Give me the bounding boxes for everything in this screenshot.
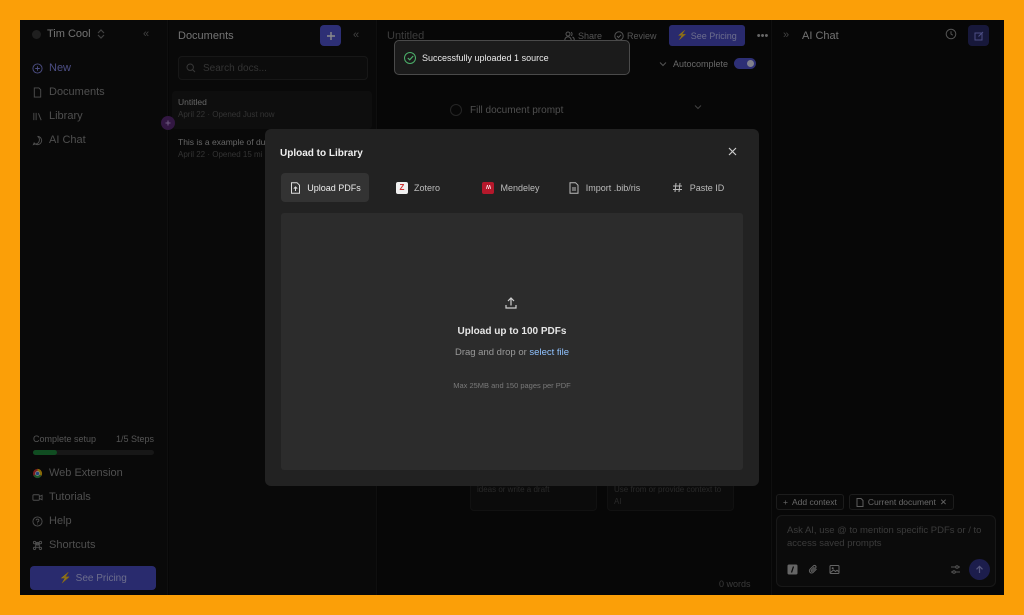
upload-pdf-icon <box>289 181 301 194</box>
tab-label: Mendeley <box>500 182 540 193</box>
close-icon[interactable] <box>728 147 737 156</box>
upload-icon <box>504 296 518 310</box>
tab-import-bib[interactable]: Import .bib/ris <box>555 173 653 202</box>
tab-label: Import .bib/ris <box>585 182 641 193</box>
modal-title: Upload to Library <box>280 148 363 159</box>
success-toast: Successfully uploaded 1 source <box>394 40 630 75</box>
tab-paste-id[interactable]: Paste ID <box>653 173 743 202</box>
dropzone-note: Max 25MB and 150 pages per PDF <box>453 381 571 390</box>
dropzone-subtitle: Drag and drop or select file <box>281 347 743 358</box>
hash-icon <box>672 182 684 194</box>
select-file-link[interactable]: select file <box>529 347 569 358</box>
success-check-icon <box>404 51 416 64</box>
upload-source-tabs: Upload PDFs Z Zotero ʍ Mendeley Import .… <box>281 173 743 202</box>
file-import-icon <box>568 181 580 194</box>
app-window: Tim Cool « New Documents Library AI Chat… <box>20 20 1004 595</box>
tab-zotero[interactable]: Z Zotero <box>369 173 467 202</box>
upload-library-modal: Upload to Library Upload PDFs Z Zotero ʍ… <box>265 129 759 486</box>
tab-upload-pdfs[interactable]: Upload PDFs <box>281 173 369 202</box>
dropzone-sub-prefix: Drag and drop or <box>454 347 530 358</box>
mendeley-icon: ʍ <box>482 181 495 194</box>
tab-mendeley[interactable]: ʍ Mendeley <box>467 173 555 202</box>
tab-label: Paste ID <box>689 182 725 193</box>
dropzone-title: Upload up to 100 PDFs <box>457 326 567 337</box>
tab-label: Zotero <box>413 182 440 193</box>
zotero-icon: Z <box>395 181 408 194</box>
tab-label: Upload PDFs <box>307 182 361 193</box>
toast-message: Successfully uploaded 1 source <box>422 52 549 63</box>
pdf-dropzone[interactable]: Upload up to 100 PDFs Drag and drop or s… <box>281 213 743 470</box>
